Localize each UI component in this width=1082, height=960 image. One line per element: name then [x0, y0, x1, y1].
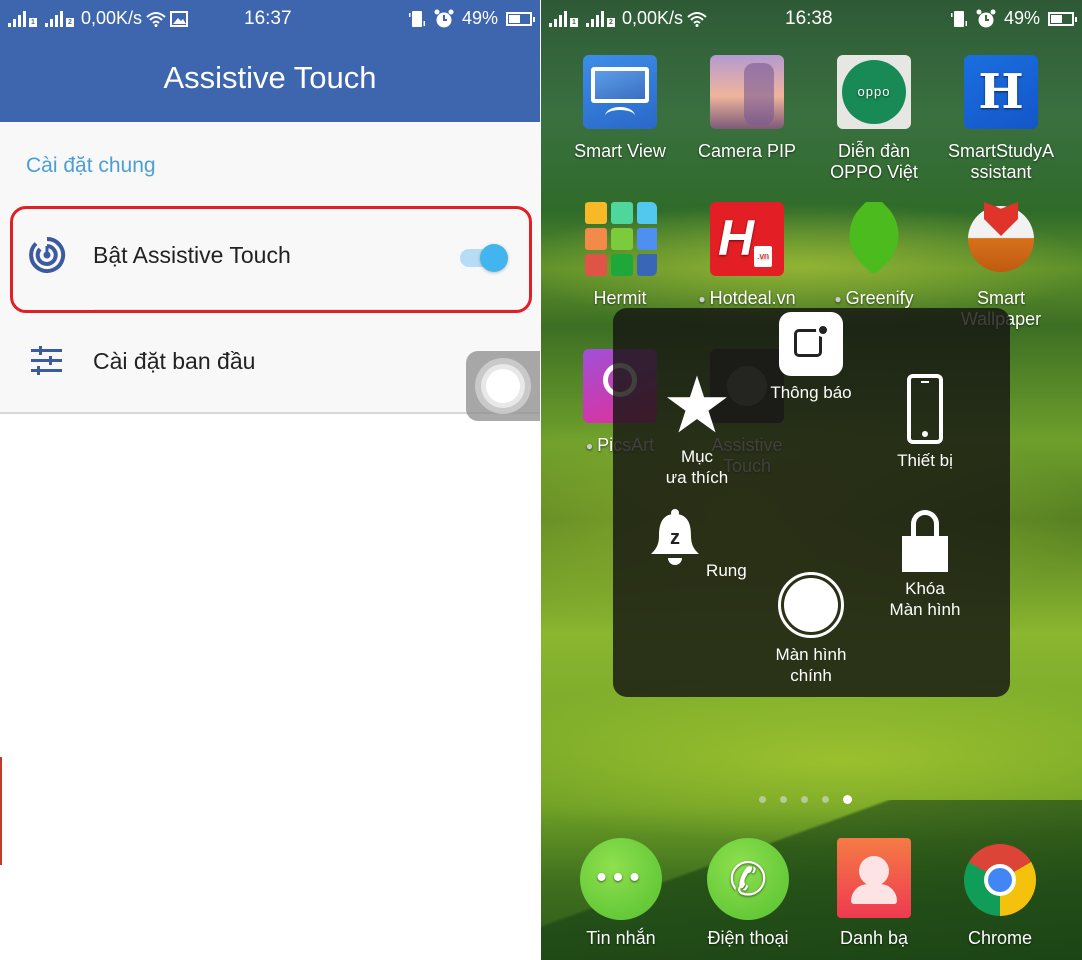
- page-title: Assistive Touch: [163, 60, 377, 95]
- app-dien-dan-oppo[interactable]: oppo Diễn đàn OPPO Việt: [814, 55, 934, 183]
- menu-notifications[interactable]: Thông báo: [751, 312, 871, 403]
- alarm-icon: [976, 9, 996, 27]
- alarm-icon: [434, 9, 454, 27]
- page-dot-active[interactable]: [843, 795, 852, 804]
- contacts-icon: [837, 838, 911, 918]
- hotdeal-icon: H .vn: [710, 202, 784, 276]
- svg-text:z: z: [670, 527, 680, 549]
- page-dot[interactable]: [801, 796, 808, 803]
- status-bar: 1 2 0,00K/s 16:38 49%: [541, 0, 1082, 38]
- home-screen: 1 2 0,00K/s 16:38 49% Smart View Camera …: [541, 0, 1082, 960]
- network-speed: 0,00K/s: [622, 8, 684, 28]
- smart-wallpaper-icon: [964, 202, 1038, 276]
- battery-icon: [1048, 11, 1077, 26]
- page-dot[interactable]: [822, 796, 829, 803]
- assistive-touch-menu: Thông báo ★ Mục ưa thích Thiết bị z Rung: [613, 308, 1010, 697]
- dock-messages[interactable]: ••• Tin nhắn: [561, 838, 681, 949]
- battery-percent: 49%: [1003, 8, 1040, 28]
- edge-artifact: [0, 757, 2, 865]
- menu-home-screen[interactable]: Màn hình chính: [751, 572, 871, 686]
- home-icon: [778, 572, 844, 638]
- smartstudy-icon: H: [964, 55, 1038, 129]
- menu-device[interactable]: Thiết bị: [865, 374, 985, 471]
- page-dot[interactable]: [759, 796, 766, 803]
- setting-label: Cài đặt ban đầu: [93, 348, 256, 374]
- app-greenify[interactable]: Greenify: [814, 202, 934, 310]
- menu-vibrate[interactable]: z Rung: [638, 508, 758, 581]
- screenshot-comparison: 1 2 0,00K/s 16:37 49% Assistive Touch Cà…: [0, 0, 1082, 960]
- page-indicator: [759, 795, 852, 804]
- oppo-forum-icon: oppo: [837, 55, 911, 129]
- clock: 16:38: [785, 8, 833, 29]
- hermit-icon: [583, 202, 657, 276]
- vibrate-icon: [408, 10, 425, 27]
- dock-phone[interactable]: ✆ Điện thoại: [688, 838, 808, 949]
- menu-lock-screen[interactable]: Khóa Màn hình: [865, 510, 985, 620]
- chrome-icon: [964, 844, 1036, 916]
- app-smart-view[interactable]: Smart View: [560, 55, 680, 162]
- status-bar: 1 2 0,00K/s 16:37 49%: [0, 0, 540, 38]
- assistive-touch-floating-button[interactable]: [466, 351, 540, 421]
- greenify-icon: [837, 202, 911, 276]
- signal-sim2-icon: 2: [45, 10, 74, 27]
- highlight-annotation: [10, 206, 532, 313]
- lock-icon: [902, 510, 948, 572]
- signal-sim1-icon: 1: [549, 10, 578, 27]
- app-hotdeal[interactable]: H.vn Hotdeal.vn: [687, 202, 807, 310]
- vibrate-icon: [950, 10, 967, 27]
- signal-sim1-icon: 1: [8, 10, 37, 27]
- battery-percent: 49%: [461, 8, 498, 28]
- app-smartstudy-assistant[interactable]: H SmartStudyA ssistant: [941, 55, 1061, 183]
- dock-contacts[interactable]: Danh bạ: [814, 838, 934, 949]
- clock: 16:37: [244, 8, 292, 29]
- battery-icon: [506, 11, 535, 26]
- camera-pip-icon: [710, 55, 784, 129]
- app-hermit[interactable]: Hermit: [560, 202, 680, 309]
- dock-chrome[interactable]: Chrome: [940, 838, 1060, 949]
- page-dot[interactable]: [780, 796, 787, 803]
- wifi-icon: [687, 11, 707, 27]
- settings-screen: 1 2 0,00K/s 16:37 49% Assistive Touch Cà…: [0, 0, 540, 960]
- signal-sim2-icon: 2: [586, 10, 615, 27]
- smart-view-icon: [583, 55, 657, 129]
- messages-icon: •••: [580, 838, 662, 920]
- device-icon: [907, 374, 943, 444]
- app-camera-pip[interactable]: Camera PIP: [687, 55, 807, 162]
- network-speed: 0,00K/s: [81, 8, 143, 28]
- image-icon: [170, 10, 189, 27]
- menu-favorites[interactable]: ★ Mục ưa thích: [637, 361, 757, 488]
- setting-initial-settings[interactable]: Cài đặt ban đầu: [0, 314, 540, 410]
- star-icon: ★: [662, 361, 732, 449]
- wifi-icon: [146, 11, 166, 27]
- section-header-general: Cài đặt chung: [26, 154, 156, 177]
- vibrate-bell-icon: z: [651, 509, 700, 565]
- phone-icon: ✆: [707, 838, 789, 920]
- sliders-icon: [31, 346, 62, 375]
- notification-icon: [779, 312, 843, 376]
